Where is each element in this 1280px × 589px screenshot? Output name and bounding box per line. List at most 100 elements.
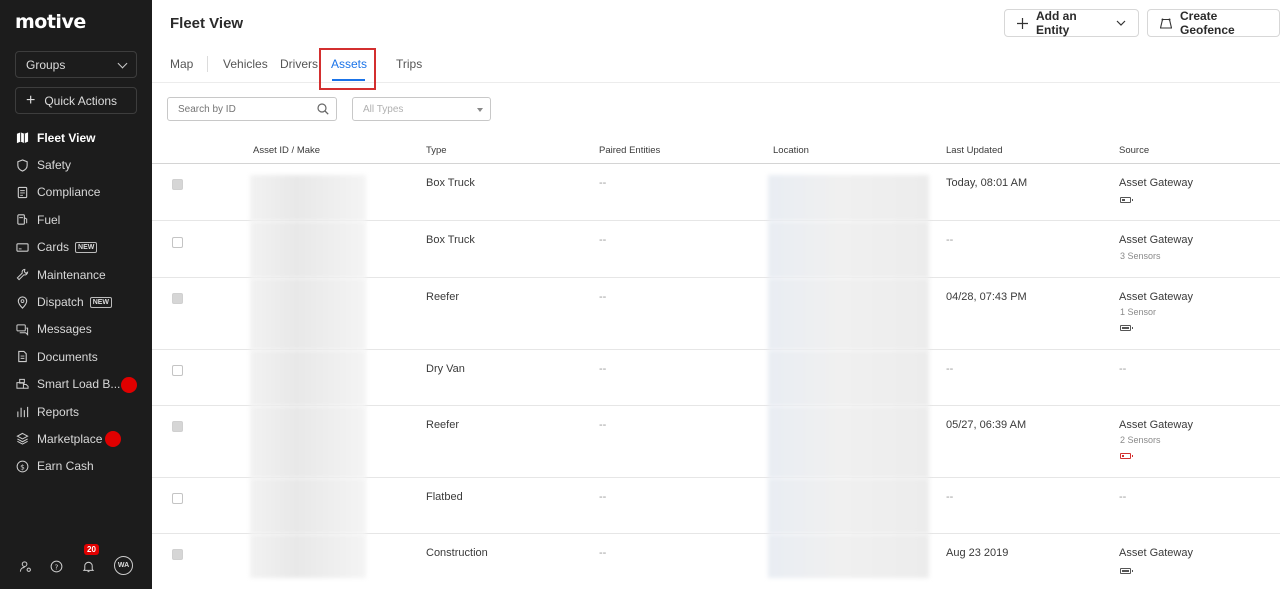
sidebar-item-maintenance[interactable]: Maintenance (0, 261, 152, 288)
source-cell: -- (1119, 491, 1127, 503)
sidebar-item-cards[interactable]: Cards NEW (0, 234, 152, 261)
last-updated-cell: -- (946, 491, 954, 503)
sidebar-item-documents[interactable]: Documents (0, 343, 152, 370)
avatar[interactable]: WA (114, 556, 133, 575)
paired-entities-cell: -- (599, 419, 607, 431)
table-row[interactable]: Box Truck -- Today, 08:01 AM Asset Gatew… (152, 164, 1280, 221)
row-checkbox[interactable] (172, 293, 183, 304)
groups-dropdown[interactable]: Groups (15, 51, 137, 78)
column-header-source[interactable]: Source (1119, 145, 1149, 156)
type-cell: Construction (426, 547, 488, 559)
sidebar-item-fleet-view[interactable]: Fleet View (0, 124, 152, 151)
sidebar: motive Groups + Quick Actions Fleet View… (0, 0, 152, 589)
row-checkbox[interactable] (172, 421, 183, 432)
chevron-down-icon (1116, 20, 1126, 26)
paired-entities-cell: -- (599, 547, 607, 559)
redacted-location (768, 175, 929, 221)
last-updated-cell: Today, 08:01 AM (946, 177, 1028, 189)
sidebar-item-messages[interactable]: Messages (0, 316, 152, 343)
last-updated-cell: Aug 23 2019 (946, 547, 1009, 559)
tab-drivers[interactable]: Drivers (280, 57, 318, 71)
redacted-asset-id (250, 534, 366, 578)
bar-chart-icon (16, 405, 29, 418)
battery-icon (1120, 197, 1133, 203)
sidebar-item-compliance[interactable]: Compliance (0, 179, 152, 206)
table-row[interactable]: Box Truck -- -- Asset Gateway 3 Sensors (152, 221, 1280, 278)
tab-map[interactable]: Map (170, 57, 193, 71)
sidebar-item-dispatch[interactable]: Dispatch NEW (0, 288, 152, 315)
sidebar-item-label: Smart Load B... (37, 377, 121, 392)
assets-tab-highlight (319, 48, 376, 90)
source-cell: Asset Gateway (1119, 291, 1193, 303)
svg-text:?: ? (54, 562, 58, 571)
sidebar-item-marketplace[interactable]: Marketplace (0, 425, 152, 452)
sidebar-item-label: Earn Cash (37, 459, 94, 474)
user-settings-icon[interactable] (17, 558, 33, 574)
sidebar-footer: ? 20 WA (0, 544, 152, 577)
tab-bar: Map Vehicles Drivers Assets Trips (152, 48, 1280, 90)
row-checkbox[interactable] (172, 179, 183, 190)
sidebar-item-label: Documents (37, 349, 98, 364)
shield-icon (16, 158, 29, 172)
row-checkbox[interactable] (172, 365, 183, 376)
type-cell: Box Truck (426, 234, 475, 246)
page-title: Fleet View (170, 15, 244, 32)
sidebar-item-safety[interactable]: Safety (0, 151, 152, 178)
create-geofence-button[interactable]: Create Geofence (1147, 9, 1280, 37)
sidebar-item-label: Fuel (37, 212, 61, 227)
chat-icon (16, 323, 29, 336)
redacted-location (768, 534, 929, 578)
table-row[interactable]: Reefer -- 04/28, 07:43 PM Asset Gateway … (152, 278, 1280, 350)
truck-load-icon (16, 378, 29, 391)
row-checkbox[interactable] (172, 237, 183, 248)
source-cell: Asset Gateway (1119, 547, 1193, 559)
sidebar-item-label: Compliance (37, 185, 101, 200)
tab-vehicles[interactable]: Vehicles (223, 57, 268, 71)
column-header-type[interactable]: Type (426, 145, 447, 156)
sidebar-item-smart-load-board[interactable]: Smart Load B... (0, 371, 152, 398)
type-select[interactable]: All Types (352, 97, 491, 121)
sidebar-item-fuel[interactable]: Fuel (0, 206, 152, 233)
search-icon (317, 102, 329, 120)
plus-icon (1017, 17, 1028, 29)
add-entity-button[interactable]: Add an Entity (1004, 9, 1139, 37)
type-cell: Reefer (426, 419, 460, 431)
add-entity-label: Add an Entity (1036, 9, 1077, 37)
redacted-location (768, 478, 929, 534)
table-row[interactable]: Construction -- Aug 23 2019 Asset Gatewa… (152, 534, 1280, 584)
help-icon[interactable]: ? (48, 558, 64, 574)
quick-actions-label: Quick Actions (44, 93, 118, 108)
table-row[interactable]: Flatbed -- -- -- (152, 478, 1280, 534)
column-header-paired-entities[interactable]: Paired Entities (599, 145, 660, 156)
row-checkbox[interactable] (172, 549, 183, 560)
table-row[interactable]: Reefer -- 05/27, 06:39 AM Asset Gateway … (152, 406, 1280, 478)
battery-icon (1120, 568, 1133, 574)
redacted-asset-id (250, 350, 366, 406)
redacted-asset-id (250, 175, 366, 221)
source-cell: Asset Gateway (1119, 234, 1193, 246)
table-row[interactable]: Dry Van -- -- -- (152, 350, 1280, 406)
source-cell: Asset Gateway (1119, 177, 1193, 189)
column-header-last-updated[interactable]: Last Updated (946, 145, 1003, 156)
bell-icon[interactable] (80, 558, 96, 574)
column-header-asset-id[interactable]: Asset ID / Make (253, 145, 320, 156)
motive-logo[interactable]: motive (15, 11, 86, 33)
sidebar-item-earn-cash[interactable]: $ Earn Cash (0, 453, 152, 480)
redacted-asset-id (250, 278, 366, 350)
redacted-location (768, 406, 929, 478)
tab-trips[interactable]: Trips (396, 57, 422, 71)
row-checkbox[interactable] (172, 493, 183, 504)
search-input[interactable] (167, 97, 337, 121)
sensor-count: 3 Sensors (1120, 251, 1161, 261)
paired-entities-cell: -- (599, 291, 607, 303)
sidebar-item-label: Dispatch (37, 295, 84, 310)
new-badge: NEW (89, 296, 113, 308)
svg-text:$: $ (20, 462, 25, 471)
sidebar-nav: Fleet View Safety Compliance Fuel Cards … (0, 124, 152, 480)
sidebar-item-label: Maintenance (37, 267, 106, 282)
redacted-asset-id (250, 221, 366, 278)
sidebar-item-reports[interactable]: Reports (0, 398, 152, 425)
dollar-icon: $ (16, 460, 29, 473)
quick-actions-button[interactable]: + Quick Actions (15, 87, 137, 114)
column-header-location[interactable]: Location (773, 145, 809, 156)
